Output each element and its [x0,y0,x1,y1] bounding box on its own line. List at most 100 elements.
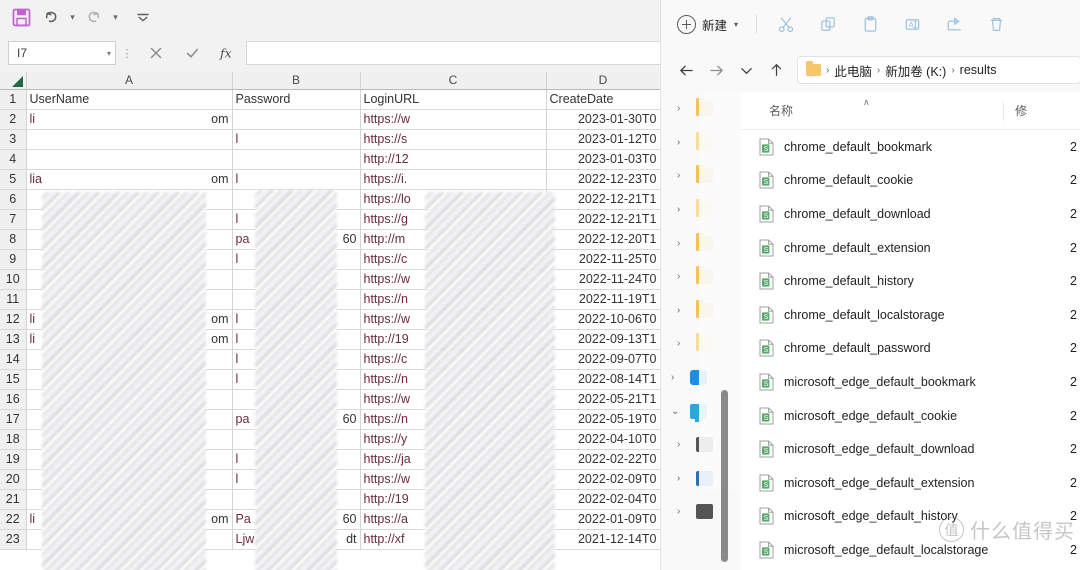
cell-loginurl[interactable]: https://c [360,249,547,270]
breadcrumb-item-2[interactable]: results [960,63,997,77]
name-box-dropdown-icon[interactable]: ▾ [107,49,111,58]
cell-loginurl[interactable]: https://c [360,349,547,370]
breadcrumb-item-0[interactable]: 此电脑 [834,61,872,80]
select-all-corner[interactable] [0,72,27,90]
row-header[interactable]: 16 [0,389,27,410]
row-header[interactable]: 3 [0,129,27,150]
cell-password[interactable]: l [232,329,361,350]
cell-createdate[interactable]: 2022-10-06T0 [546,309,660,330]
redo-button[interactable] [79,3,109,31]
cell-username[interactable] [26,529,233,550]
cell-username[interactable]: li om [26,309,233,330]
cell-password[interactable]: l [232,369,361,390]
file-list-pane[interactable]: 名称 ∧ 修 Schrome_default_bookmark 2 Schrome_… [741,92,1080,570]
cell-password[interactable]: pa 60 [232,229,361,250]
accept-entry-button[interactable] [174,41,210,65]
row-header[interactable]: 7 [0,209,27,230]
row-header[interactable]: 17 [0,409,27,430]
cell-loginurl[interactable]: https://w [360,389,547,410]
undo-button[interactable] [36,3,66,31]
file-row[interactable]: Schrome_default_password 2 [741,332,1080,366]
insert-function-button[interactable]: fx [210,41,246,65]
chevron-right-icon[interactable]: › [677,204,687,215]
file-row[interactable]: Schrome_default_localstorage 2 [741,298,1080,332]
cell-loginurl[interactable]: https://w [360,469,547,490]
cell-password[interactable] [232,149,361,170]
chevron-right-icon[interactable]: › [677,238,687,249]
cell-loginurl[interactable]: https://w [360,309,547,330]
chevron-right-icon[interactable]: › [677,137,687,148]
chevron-right-icon[interactable]: › [677,170,687,181]
file-row[interactable]: Smicrosoft_edge_default_cookie 2 [741,399,1080,433]
customize-quick-access-button[interactable] [128,3,158,31]
cell-password[interactable] [232,289,361,310]
cell-password[interactable]: l [232,249,361,270]
cell-loginurl[interactable]: https://s [360,129,547,150]
file-row[interactable]: Smicrosoft_edge_default_localstorage 2 [741,533,1080,567]
row-header[interactable]: 22 [0,509,27,530]
breadcrumb[interactable]: › 此电脑 › 新加卷 (K:) › results [797,56,1080,84]
cell-password[interactable]: l [232,349,361,370]
file-row[interactable]: Schrome_default_bookmark 2 [741,130,1080,164]
file-row[interactable]: Schrome_default_history 2 [741,264,1080,298]
navigation-scrollbar[interactable] [721,390,728,562]
undo-dropdown[interactable]: ▾ [66,3,79,31]
back-button[interactable] [671,55,701,85]
cell-createdate[interactable]: 2022-11-24T0 [546,269,660,290]
cancel-entry-button[interactable] [138,41,174,65]
cell-createdate[interactable]: 2022-12-23T0 [546,169,660,190]
chevron-down-icon[interactable]: ⌄ [671,406,681,417]
cell-createdate[interactable]: 2022-11-25T0 [546,249,660,270]
save-button[interactable] [6,3,36,31]
cell-username[interactable] [26,209,233,230]
row-header[interactable]: 10 [0,269,27,290]
file-row[interactable]: Schrome_default_download 2 [741,197,1080,231]
row-header[interactable]: 2 [0,109,27,130]
cell-password[interactable]: pa 60 [232,409,361,430]
row-header[interactable]: 20 [0,469,27,490]
cell-loginurl[interactable]: https://ja [360,449,547,470]
cell-username[interactable] [26,389,233,410]
rename-button[interactable]: A [891,8,933,40]
cell-username[interactable] [26,409,233,430]
row-header[interactable]: 9 [0,249,27,270]
cell-password[interactable] [232,389,361,410]
row-header[interactable]: 23 [0,529,27,550]
cell-loginurl[interactable]: https://lo [360,189,547,210]
paste-button[interactable] [849,8,891,40]
row-header[interactable]: 15 [0,369,27,390]
cell-createdate[interactable]: 2022-09-07T0 [546,349,660,370]
row-header[interactable]: 8 [0,229,27,250]
column-header-a[interactable]: A [26,72,233,90]
cell-createdate[interactable]: 2022-12-21T1 [546,209,660,230]
file-row[interactable]: Smicrosoft_edge_default_bookmark 2 [741,365,1080,399]
cell-createdate[interactable]: 2022-11-19T1 [546,289,660,310]
cell-username[interactable]: UserName [26,89,233,110]
cell-password[interactable]: l [232,469,361,490]
cell-loginurl[interactable]: http://xf [360,529,547,550]
cell-username[interactable] [26,449,233,470]
cell-createdate[interactable]: 2022-09-13T1 [546,329,660,350]
cell-username[interactable] [26,149,233,170]
share-button[interactable] [933,8,975,40]
cut-button[interactable] [765,8,807,40]
cell-loginurl[interactable]: https://n [360,409,547,430]
cell-username[interactable] [26,489,233,510]
up-button[interactable] [761,55,791,85]
chevron-right-icon[interactable]: › [671,372,681,383]
cell-loginurl[interactable]: http://m [360,229,547,250]
cell-createdate[interactable]: 2022-01-09T0 [546,509,660,530]
cell-loginurl[interactable]: https://w [360,109,547,130]
cell-loginurl[interactable]: http://19 [360,329,547,350]
cell-username[interactable]: li om [26,329,233,350]
cell-username[interactable] [26,349,233,370]
chevron-right-icon[interactable]: › [677,271,687,282]
cell-password[interactable]: Ljw dt [232,529,361,550]
breadcrumb-item-1[interactable]: 新加卷 (K:) [885,61,946,80]
chevron-right-icon[interactable]: › [677,103,687,114]
row-header[interactable]: 14 [0,349,27,370]
cell-username[interactable] [26,129,233,150]
cell-loginurl[interactable]: https://i. [360,169,547,190]
spreadsheet-grid[interactable]: A B C D 1 UserName Password LoginURL CreateD… [0,72,660,570]
cell-loginurl[interactable]: https://g [360,209,547,230]
